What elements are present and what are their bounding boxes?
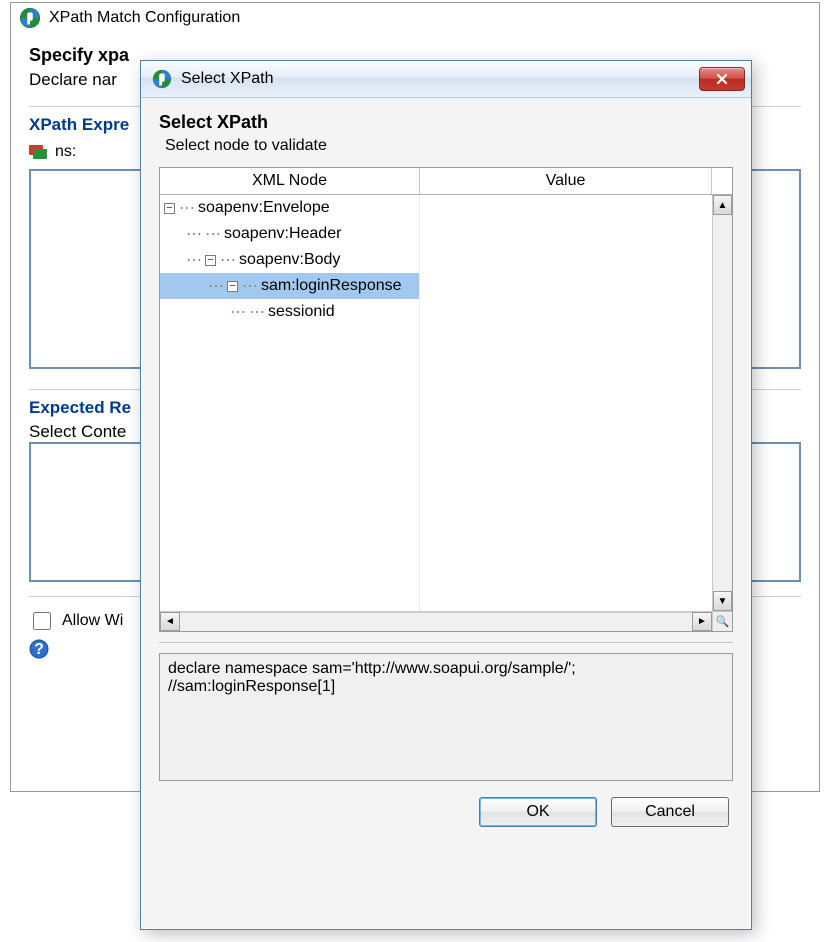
tree-node-label: soapenv:Envelope [198, 199, 330, 217]
namespace-icon[interactable] [29, 145, 47, 159]
tree-connector-icon: ⋯ [186, 224, 203, 244]
column-header-node[interactable]: XML Node [160, 168, 420, 194]
dialog-title: Select XPath [181, 70, 274, 88]
allow-wildcards-label: Allow Wi [62, 612, 123, 630]
select-xpath-subheading: Select node to validate [165, 137, 733, 155]
tree-connector-icon: ⋯ [205, 224, 222, 244]
tree-node-label: sessionid [268, 303, 335, 321]
tree-row[interactable]: ⋯−⋯sam:loginResponse [160, 273, 420, 299]
tree-node-label: soapenv:Header [224, 225, 341, 243]
window-titlebar: XPath Match Configuration [11, 3, 819, 33]
tree-row[interactable]: ⋯⋯sessionid? [160, 299, 420, 325]
tree-row[interactable]: −⋯soapenv:Envelope [160, 195, 420, 221]
scroll-down-button[interactable]: ▼ [713, 591, 732, 611]
close-icon [716, 73, 728, 85]
tree-connector-icon: ⋯ [220, 250, 237, 270]
ns-label: ns: [55, 143, 76, 161]
tree-connector-icon: ⋯ [242, 276, 259, 296]
ok-button[interactable]: OK [479, 797, 597, 827]
dialog-titlebar[interactable]: Select XPath [141, 61, 751, 98]
cancel-button[interactable]: Cancel [611, 797, 729, 827]
zoom-icon[interactable]: 🔍 [712, 612, 732, 631]
tree-connector-icon: ⋯ [179, 198, 196, 218]
tree-value-column [420, 195, 712, 611]
separator [159, 642, 733, 643]
app-logo-icon [19, 7, 41, 29]
xml-tree-panel: XML Node Value −⋯soapenv:Envelope⋯⋯soape… [159, 167, 733, 632]
allow-wildcards-checkbox[interactable] [33, 612, 51, 630]
tree-row[interactable]: ⋯⋯soapenv:Header [160, 221, 420, 247]
tree-connector-icon: ⋯ [230, 302, 247, 322]
h-scroll-track[interactable] [180, 612, 692, 631]
tree-node-label: sam:loginResponse [261, 277, 402, 295]
tree-connector-icon: ⋯ [208, 276, 225, 296]
window-title: XPath Match Configuration [49, 9, 240, 27]
scroll-right-button[interactable]: ► [692, 612, 712, 631]
column-header-spacer [712, 168, 732, 194]
scroll-up-button[interactable]: ▲ [713, 195, 732, 215]
svg-text:?: ? [34, 641, 44, 658]
collapse-icon[interactable]: − [227, 281, 238, 292]
tree-node-column: −⋯soapenv:Envelope⋯⋯soapenv:Header⋯−⋯soa… [160, 195, 420, 611]
vertical-scrollbar[interactable]: ▲ ▼ [712, 195, 732, 611]
help-icon[interactable]: ? [29, 639, 49, 659]
tree-connector-icon: ⋯ [249, 302, 266, 322]
xpath-output-textarea[interactable]: declare namespace sam='http://www.soapui… [159, 653, 733, 781]
close-button[interactable] [699, 67, 745, 91]
collapse-icon[interactable]: − [205, 255, 216, 266]
tree-node-label: soapenv:Body [239, 251, 340, 269]
app-logo-icon [151, 68, 173, 90]
tree-connector-icon: ⋯ [186, 250, 203, 270]
column-header-value[interactable]: Value [420, 168, 712, 194]
select-xpath-dialog: Select XPath Select XPath Select node to… [140, 60, 752, 930]
tree-row[interactable]: ⋯−⋯soapenv:Body [160, 247, 420, 273]
scroll-left-button[interactable]: ◄ [160, 612, 180, 631]
scroll-track[interactable] [713, 215, 732, 591]
collapse-icon[interactable]: − [164, 203, 175, 214]
select-xpath-heading: Select XPath [159, 112, 733, 133]
